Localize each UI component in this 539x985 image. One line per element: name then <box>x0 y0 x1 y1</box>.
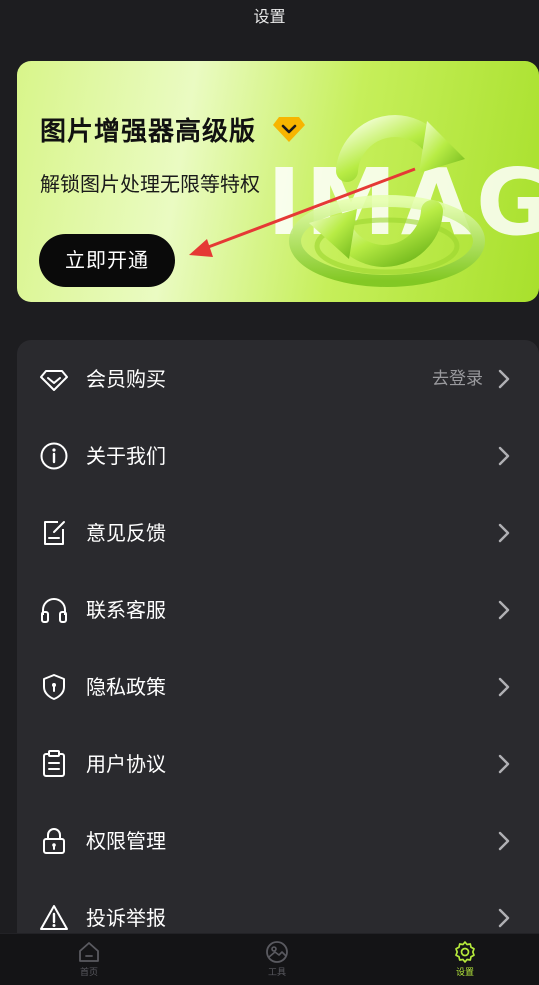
chevron-right-icon <box>498 600 510 620</box>
banner-subtitle: 解锁图片处理无限等特权 <box>40 172 260 196</box>
menu-item-label: 联系客服 <box>86 598 166 622</box>
open-premium-button[interactable]: 立即开通 <box>39 234 175 287</box>
headphones-icon <box>41 598 67 623</box>
settings-icon <box>455 941 475 963</box>
menu-item-feedback[interactable]: 意见反馈 <box>17 494 539 571</box>
chevron-right-icon <box>498 369 510 389</box>
info-icon <box>40 442 68 470</box>
menu-item-label: 用户协议 <box>86 752 166 776</box>
page-title: 设置 <box>253 7 286 26</box>
menu-item-label: 权限管理 <box>86 829 166 853</box>
menu-item-permissions[interactable]: 权限管理 <box>17 802 539 879</box>
menu-item-about[interactable]: 关于我们 <box>17 417 539 494</box>
chevron-right-icon <box>498 754 510 774</box>
bottom-nav: 首页 工具 设置 <box>0 933 539 985</box>
banner-title: 图片增强器高级版 <box>40 117 257 147</box>
menu-item-customer-service[interactable]: 联系客服 <box>17 571 539 648</box>
shield-icon <box>43 674 65 700</box>
nav-tools[interactable]: 工具 <box>247 938 307 982</box>
menu-item-membership[interactable]: 会员购买 去登录 <box>17 340 539 417</box>
login-link[interactable]: 去登录 <box>432 367 483 391</box>
lock-icon <box>43 828 65 854</box>
refresh-3d-icon <box>289 115 485 287</box>
menu-item-label: 投诉举报 <box>86 906 166 930</box>
nav-settings-label: 设置 <box>455 968 474 978</box>
chevron-right-icon <box>498 523 510 543</box>
menu-item-label: 会员购买 <box>86 367 166 391</box>
chevron-right-icon <box>498 677 510 697</box>
settings-page: 设置 IMAGE 图片增强器高级版 <box>0 0 539 985</box>
warning-icon <box>40 905 68 930</box>
menu-item-user-agreement[interactable]: 用户协议 <box>17 725 539 802</box>
image-tool-icon <box>266 941 288 963</box>
home-icon <box>79 942 99 962</box>
menu-item-label: 关于我们 <box>86 444 166 468</box>
edit-note-icon <box>44 521 65 545</box>
premium-banner[interactable]: IMAGE 图片增强器高级版 <box>17 61 539 302</box>
chevron-right-icon <box>498 908 510 928</box>
nav-settings[interactable]: 设置 <box>435 938 495 982</box>
diamond-badge-icon <box>273 117 305 142</box>
settings-menu: 会员购买 去登录 关于我们 意见反馈 联系客服 隐私政策 用户协议 权限管理 投… <box>17 340 539 950</box>
diamond-icon <box>40 370 68 391</box>
chevron-right-icon <box>498 831 510 851</box>
menu-item-label: 隐私政策 <box>86 675 166 699</box>
chevron-right-icon <box>498 446 510 466</box>
nav-tools-label: 工具 <box>267 968 286 978</box>
nav-home[interactable]: 首页 <box>59 938 119 982</box>
menu-item-privacy[interactable]: 隐私政策 <box>17 648 539 725</box>
clipboard-icon <box>43 750 65 777</box>
menu-item-label: 意见反馈 <box>86 521 166 545</box>
nav-home-label: 首页 <box>79 968 98 978</box>
